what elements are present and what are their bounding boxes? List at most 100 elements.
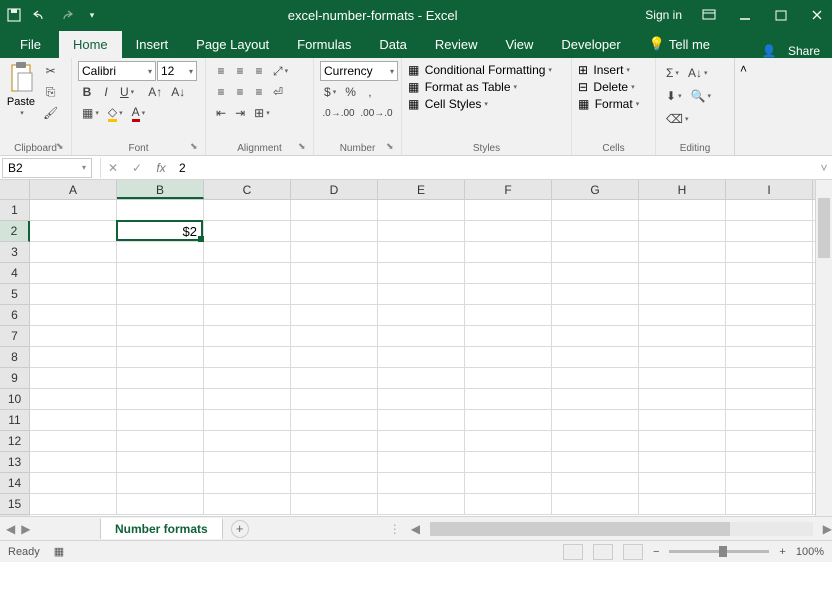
add-sheet-icon[interactable]: + (231, 520, 249, 538)
sheet-tab[interactable]: Number formats (100, 518, 223, 539)
signin-link[interactable]: Sign in (645, 8, 682, 22)
vertical-scrollbar[interactable] (815, 180, 832, 516)
tab-data[interactable]: Data (365, 31, 420, 58)
zoom-out-icon[interactable]: − (653, 546, 659, 558)
cells-area[interactable]: $2 (30, 200, 832, 516)
row-header[interactable]: 1 (0, 200, 30, 221)
row-header[interactable]: 4 (0, 263, 30, 284)
fill-color-icon[interactable]: ◇▾ (104, 103, 127, 123)
close-icon[interactable] (808, 6, 826, 24)
tab-formulas[interactable]: Formulas (283, 31, 365, 58)
row-header[interactable]: 12 (0, 431, 30, 452)
active-cell[interactable]: $2 (116, 220, 203, 241)
share-button[interactable]: 👤 Share (762, 44, 830, 58)
macro-record-icon[interactable]: ▦ (54, 545, 64, 558)
row-header[interactable]: 13 (0, 452, 30, 473)
align-top-icon[interactable]: ≡ (212, 61, 230, 81)
row-header[interactable]: 8 (0, 347, 30, 368)
row-header[interactable]: 2 (0, 221, 30, 242)
font-size-combo[interactable]: 12▾ (157, 61, 197, 81)
redo-icon[interactable] (58, 7, 74, 23)
hscroll-right-icon[interactable]: ▶ (823, 522, 832, 536)
col-header[interactable]: D (291, 180, 378, 199)
font-launcher-icon[interactable]: ⬊ (190, 141, 202, 153)
name-box[interactable]: B2▾ (2, 158, 92, 178)
normal-view-icon[interactable] (563, 544, 583, 560)
expand-formula-icon[interactable]: ˅ (816, 161, 832, 175)
conditional-formatting-button[interactable]: ▦ Conditional Formatting▾ (408, 63, 565, 77)
insert-cells-button[interactable]: ⊞ Insert▾ (578, 63, 649, 77)
vscroll-thumb[interactable] (818, 198, 830, 258)
align-center-icon[interactable]: ≡ (231, 82, 249, 102)
align-bottom-icon[interactable]: ≡ (250, 61, 268, 81)
italic-button[interactable]: I (97, 82, 115, 102)
increase-decimal-icon[interactable]: .0→.00 (320, 103, 357, 123)
col-header[interactable]: I (726, 180, 813, 199)
decrease-decimal-icon[interactable]: .00→.0 (358, 103, 395, 123)
delete-cells-button[interactable]: ⊟ Delete▾ (578, 80, 649, 94)
enter-formula-icon[interactable]: ✓ (125, 161, 149, 175)
tab-review[interactable]: Review (421, 31, 492, 58)
qat-customize-icon[interactable]: ▾ (84, 7, 100, 23)
align-left-icon[interactable]: ≡ (212, 82, 230, 102)
comma-format-icon[interactable]: , (361, 82, 379, 102)
format-painter-icon[interactable]: 🖌 (39, 103, 62, 123)
row-header[interactable]: 11 (0, 410, 30, 431)
bold-button[interactable]: B (78, 82, 96, 102)
cancel-formula-icon[interactable]: ✕ (101, 161, 125, 175)
orientation-icon[interactable]: ⤢▾ (269, 61, 292, 81)
fill-handle[interactable] (198, 236, 204, 242)
maximize-icon[interactable] (772, 6, 790, 24)
font-color-icon[interactable]: A▾ (128, 103, 150, 123)
alignment-launcher-icon[interactable]: ⬊ (298, 141, 310, 153)
tab-developer[interactable]: Developer (547, 31, 634, 58)
clear-icon[interactable]: ⌫▾ (662, 109, 692, 129)
number-format-combo[interactable]: Currency▾ (320, 61, 398, 81)
find-select-icon[interactable]: 🔍▾ (687, 86, 715, 106)
zoom-slider[interactable] (669, 550, 769, 553)
hscroll-left-icon[interactable]: ◀ (411, 522, 420, 536)
col-header[interactable]: G (552, 180, 639, 199)
wrap-text-icon[interactable]: ⏎ (269, 82, 287, 102)
col-header[interactable]: B (117, 180, 204, 199)
sheet-next-icon[interactable]: ▶ (21, 522, 30, 536)
col-header[interactable]: H (639, 180, 726, 199)
copy-icon[interactable]: ⎘ (39, 82, 62, 102)
tab-pagelayout[interactable]: Page Layout (182, 31, 283, 58)
select-all-corner[interactable] (0, 180, 30, 199)
autosum-icon[interactable]: Σ▾ (662, 63, 683, 83)
borders-icon[interactable]: ▦▾ (78, 103, 103, 123)
row-header[interactable]: 5 (0, 284, 30, 305)
zoom-level[interactable]: 100% (796, 546, 824, 558)
paste-dropdown[interactable]: ▾ (20, 109, 24, 117)
fill-icon[interactable]: ⬇▾ (662, 86, 686, 106)
row-header[interactable]: 9 (0, 368, 30, 389)
sheet-prev-icon[interactable]: ◀ (6, 522, 15, 536)
paste-label[interactable]: Paste (7, 96, 35, 108)
tab-home[interactable]: Home (59, 31, 122, 58)
tab-file[interactable]: File (2, 31, 59, 58)
page-layout-view-icon[interactable] (593, 544, 613, 560)
cell-styles-button[interactable]: ▦ Cell Styles▾ (408, 97, 565, 111)
row-header[interactable]: 15 (0, 494, 30, 515)
save-icon[interactable] (6, 7, 22, 23)
decrease-indent-icon[interactable]: ⇤ (212, 103, 230, 123)
format-as-table-button[interactable]: ▦ Format as Table▾ (408, 80, 565, 94)
number-launcher-icon[interactable]: ⬊ (386, 141, 398, 153)
tab-tellme[interactable]: 💡Tell me (635, 30, 724, 58)
format-cells-button[interactable]: ▦ Format▾ (578, 97, 649, 111)
minimize-icon[interactable] (736, 6, 754, 24)
hscroll-thumb[interactable] (430, 522, 730, 536)
increase-font-icon[interactable]: A↑ (144, 82, 166, 102)
tab-view[interactable]: View (491, 31, 547, 58)
tab-insert[interactable]: Insert (122, 31, 183, 58)
zoom-thumb[interactable] (719, 546, 727, 557)
increase-indent-icon[interactable]: ⇥ (231, 103, 249, 123)
row-header[interactable]: 14 (0, 473, 30, 494)
row-header[interactable]: 6 (0, 305, 30, 326)
page-break-view-icon[interactable] (623, 544, 643, 560)
col-header[interactable]: C (204, 180, 291, 199)
collapse-ribbon-icon[interactable]: ˄ (734, 58, 752, 155)
row-header[interactable]: 7 (0, 326, 30, 347)
accounting-format-icon[interactable]: $▾ (320, 82, 340, 102)
